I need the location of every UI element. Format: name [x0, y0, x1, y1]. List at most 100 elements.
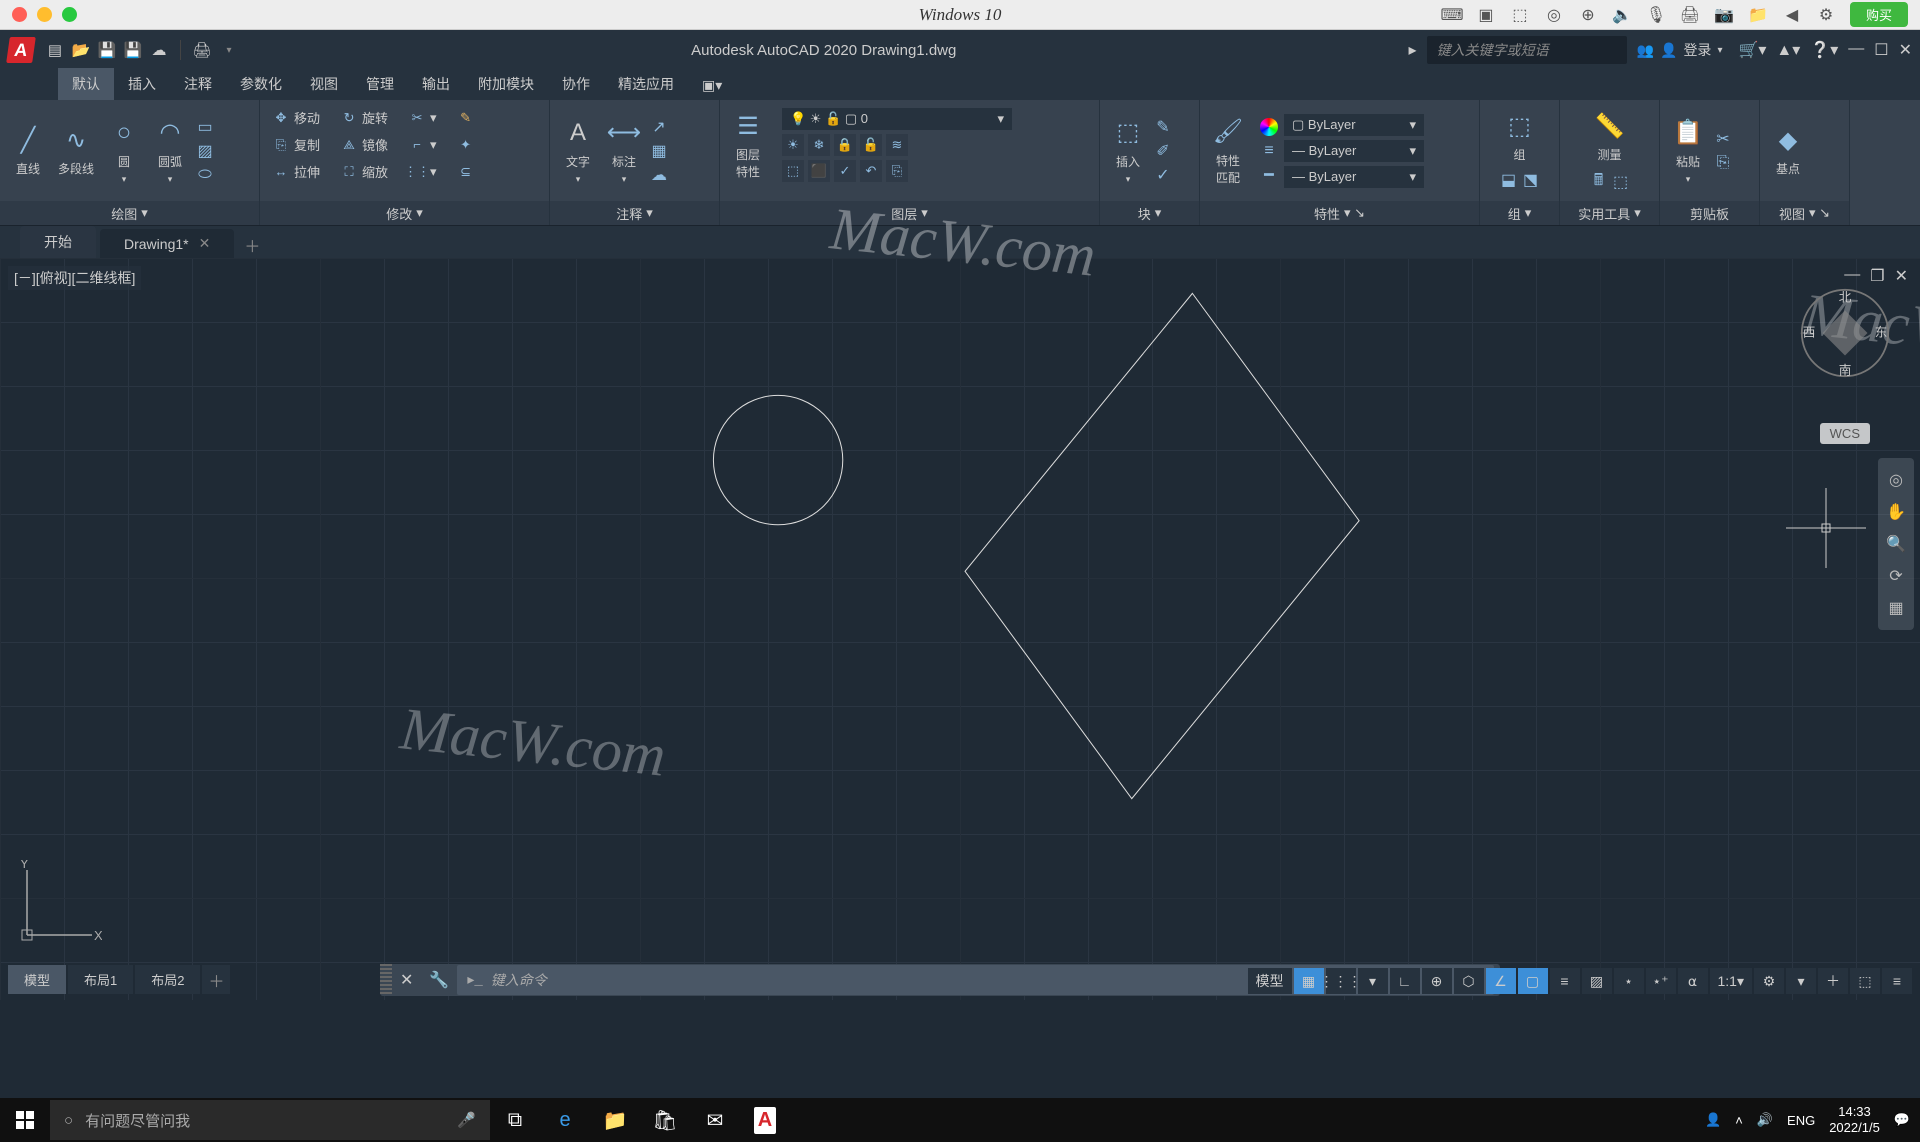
- mirror-button[interactable]: ⟁镜像: [336, 133, 392, 156]
- status-ortho[interactable]: ∟: [1390, 968, 1420, 994]
- vm-sound-icon[interactable]: 🔈: [1612, 5, 1632, 25]
- panel-label-view[interactable]: 视图 ▾ ↘: [1760, 201, 1849, 225]
- erase-button[interactable]: ✎: [453, 106, 479, 129]
- viewcube[interactable]: 北 南 东 西: [1800, 288, 1890, 378]
- layer-copy-icon[interactable]: ⎘: [886, 160, 908, 182]
- layer-unlock-icon[interactable]: 🔓: [860, 134, 882, 156]
- layer-iso-icon[interactable]: ⬚: [782, 160, 804, 182]
- cmd-drag-handle[interactable]: [380, 964, 392, 996]
- qat-open-icon[interactable]: 📂: [70, 39, 92, 61]
- status-scale[interactable]: 1:1▾: [1710, 968, 1753, 994]
- explode-button[interactable]: ✦: [453, 133, 479, 156]
- tab-addins[interactable]: 附加模块: [464, 68, 548, 100]
- status-lwt[interactable]: ≡: [1550, 968, 1580, 994]
- close-tab-icon[interactable]: ✕: [199, 235, 211, 252]
- mic-icon[interactable]: 🎤: [457, 1111, 476, 1129]
- status-annoauto[interactable]: ⍺: [1678, 968, 1708, 994]
- status-qp[interactable]: ＋: [1818, 968, 1848, 994]
- leader-icon[interactable]: ↗: [650, 118, 668, 136]
- status-ws[interactable]: ⚙: [1754, 968, 1784, 994]
- scale-button[interactable]: ⛶缩放: [336, 160, 392, 183]
- vm-usb-icon[interactable]: ⬚: [1510, 5, 1530, 25]
- group-edit-icon[interactable]: ⬔: [1522, 171, 1540, 189]
- vm-folder-icon[interactable]: 📁: [1748, 5, 1768, 25]
- tab-default[interactable]: 默认: [58, 68, 114, 100]
- drawing-tab[interactable]: Drawing1*✕: [100, 229, 234, 258]
- model-tab[interactable]: 模型: [8, 965, 66, 994]
- status-units[interactable]: ▾: [1786, 968, 1816, 994]
- task-view-icon[interactable]: ⧉: [490, 1098, 540, 1142]
- select-icon[interactable]: ⬚: [1612, 173, 1630, 191]
- copy-clip-icon[interactable]: ⎘: [1714, 154, 1732, 172]
- cut-icon[interactable]: ✂: [1714, 130, 1732, 148]
- qat-saveas-icon[interactable]: 💾: [122, 39, 144, 61]
- layer-make-icon[interactable]: ✓: [834, 160, 856, 182]
- revcloud-icon[interactable]: ☁: [650, 166, 668, 184]
- qat-new-icon[interactable]: ▤: [44, 39, 66, 61]
- exchange-icon[interactable]: 🛒▾: [1738, 40, 1766, 60]
- vm-disc-icon[interactable]: ◎: [1544, 5, 1564, 25]
- autodesk-app-icon[interactable]: ▲▾: [1776, 40, 1800, 60]
- user-icon[interactable]: 👤: [1660, 42, 1677, 59]
- ungroup-icon[interactable]: ⬓: [1500, 171, 1518, 189]
- panel-label-group[interactable]: 组 ▾: [1480, 201, 1559, 225]
- vm-mic-icon[interactable]: 🎙: [1646, 5, 1666, 25]
- line-button[interactable]: ╱直线: [8, 120, 48, 181]
- vm-settings-icon[interactable]: ⚙: [1816, 5, 1836, 25]
- login-link[interactable]: 登录: [1683, 40, 1711, 60]
- nav-showmotion-icon[interactable]: ▦: [1882, 598, 1910, 618]
- tab-featured[interactable]: 精选应用: [604, 68, 688, 100]
- color-wheel-icon[interactable]: [1260, 118, 1278, 136]
- mac-maximize-button[interactable]: [62, 7, 77, 22]
- qat-cloud-icon[interactable]: ☁: [148, 39, 170, 61]
- vm-network-icon[interactable]: ⊕: [1578, 5, 1598, 25]
- panel-label-draw[interactable]: 绘图 ▾: [0, 201, 259, 225]
- status-custom[interactable]: ≡: [1882, 968, 1912, 994]
- panel-label-block[interactable]: 块 ▾: [1100, 201, 1199, 225]
- block-create-icon[interactable]: ✎: [1154, 118, 1172, 136]
- tab-output[interactable]: 输出: [408, 68, 464, 100]
- offset-button[interactable]: ⊆: [453, 160, 479, 183]
- mac-close-button[interactable]: [12, 7, 27, 22]
- base-button[interactable]: ◆基点: [1768, 120, 1808, 181]
- qat-more-icon[interactable]: [217, 39, 239, 61]
- nav-wheel-icon[interactable]: ◎: [1882, 470, 1910, 490]
- window-minimize-button[interactable]: —: [1848, 40, 1864, 60]
- fillet-button[interactable]: ⌐▾: [404, 133, 441, 156]
- nav-orbit-icon[interactable]: ⟳: [1882, 566, 1910, 586]
- layer-off-icon[interactable]: ☀: [782, 134, 804, 156]
- polyline-button[interactable]: ∿多段线: [54, 120, 98, 181]
- block-edit-icon[interactable]: ✐: [1154, 142, 1172, 160]
- vm-camera-icon[interactable]: 📷: [1714, 5, 1734, 25]
- insert-block-button[interactable]: ⬚插入▾: [1108, 113, 1148, 189]
- vm-cpu-icon[interactable]: ▣: [1476, 5, 1496, 25]
- rectangle-icon[interactable]: ▭: [196, 118, 214, 136]
- panel-label-properties[interactable]: 特性 ▾ ↘: [1200, 201, 1479, 225]
- text-button[interactable]: A文字▾: [558, 113, 598, 189]
- tray-lang[interactable]: ENG: [1787, 1113, 1815, 1128]
- help-icon[interactable]: ❔▾: [1810, 40, 1838, 60]
- autocad-logo[interactable]: A: [6, 37, 36, 63]
- group-button[interactable]: ⬚组: [1500, 106, 1540, 167]
- status-otrack[interactable]: ∠: [1486, 968, 1516, 994]
- status-sc[interactable]: ⋆: [1614, 968, 1644, 994]
- measure-button[interactable]: 📏测量: [1590, 106, 1630, 167]
- dimension-button[interactable]: ⟷标注▾: [604, 113, 644, 189]
- add-layout-button[interactable]: ＋: [202, 965, 230, 994]
- trim-button[interactable]: ✂▾: [404, 106, 441, 129]
- explorer-icon[interactable]: 📁: [590, 1098, 640, 1142]
- keyword-search[interactable]: 键入关键字或短语: [1427, 36, 1627, 64]
- layer-prev-icon[interactable]: ↶: [860, 160, 882, 182]
- window-close-button[interactable]: ✕: [1899, 40, 1912, 60]
- tray-clock[interactable]: 14:33 2022/1/5: [1829, 1104, 1880, 1135]
- tab-insert[interactable]: 插入: [114, 68, 170, 100]
- status-ui[interactable]: ⬚: [1850, 968, 1880, 994]
- qat-save-icon[interactable]: 💾: [96, 39, 118, 61]
- status-polar[interactable]: ⊕: [1422, 968, 1452, 994]
- mac-minimize-button[interactable]: [37, 7, 52, 22]
- linetype-icon[interactable]: ≡: [1260, 142, 1278, 160]
- nav-zoom-icon[interactable]: 🔍: [1882, 534, 1910, 554]
- layer-uniso-icon[interactable]: ⬛: [808, 160, 830, 182]
- tab-manage[interactable]: 管理: [352, 68, 408, 100]
- calc-icon[interactable]: 🖩: [1590, 173, 1608, 191]
